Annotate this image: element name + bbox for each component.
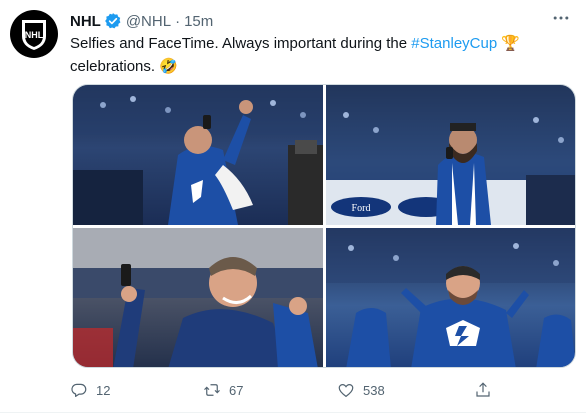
tweet-text-part: Selfies and FaceTime. Always important d… xyxy=(70,35,412,52)
reply-icon xyxy=(71,383,87,397)
author-handle[interactable]: @NHL xyxy=(126,13,171,30)
avatar[interactable]: NHL xyxy=(10,10,58,58)
separator-dot: · xyxy=(175,12,181,30)
retweet-count: 67 xyxy=(229,382,244,398)
more-icon[interactable] xyxy=(548,8,574,28)
photo-1[interactable] xyxy=(73,85,323,225)
tweet-actions: 12 67 538 xyxy=(70,380,540,400)
nhl-shield-logo: NHL xyxy=(22,20,46,50)
tweet-timestamp[interactable]: 15m xyxy=(184,13,213,30)
reply-count: 12 xyxy=(96,382,111,398)
tweet[interactable]: NHL NHL @NHL · 15m Selfies and FaceTime.… xyxy=(0,0,586,413)
like-icon xyxy=(338,383,354,398)
share-button[interactable] xyxy=(474,381,492,399)
hashtag-link[interactable]: #StanleyCup xyxy=(411,35,497,52)
photo-3[interactable] xyxy=(73,228,323,367)
retweet-icon xyxy=(204,384,220,396)
svg-text:NHL: NHL xyxy=(25,30,44,40)
tweet-text-part-2: celebrations. xyxy=(70,58,156,75)
verified-badge-icon xyxy=(104,12,122,30)
like-count: 538 xyxy=(363,382,385,398)
like-button[interactable]: 538 xyxy=(337,381,385,399)
photo-4[interactable] xyxy=(326,228,575,367)
tweet-text: Selfies and FaceTime. Always important d… xyxy=(70,32,560,78)
tweet-header: NHL @NHL · 15m xyxy=(70,11,213,31)
laughing-emoji: 🤣 xyxy=(159,57,178,75)
trophy-emoji: 🏆 xyxy=(501,34,521,52)
media-grid: Ford xyxy=(72,84,576,368)
reply-button[interactable]: 12 xyxy=(70,381,110,399)
retweet-button[interactable]: 67 xyxy=(203,381,243,399)
share-icon xyxy=(476,382,490,397)
svg-text:Ford: Ford xyxy=(352,203,371,214)
photo-2[interactable]: Ford xyxy=(326,85,575,225)
author-name[interactable]: NHL xyxy=(70,13,101,30)
